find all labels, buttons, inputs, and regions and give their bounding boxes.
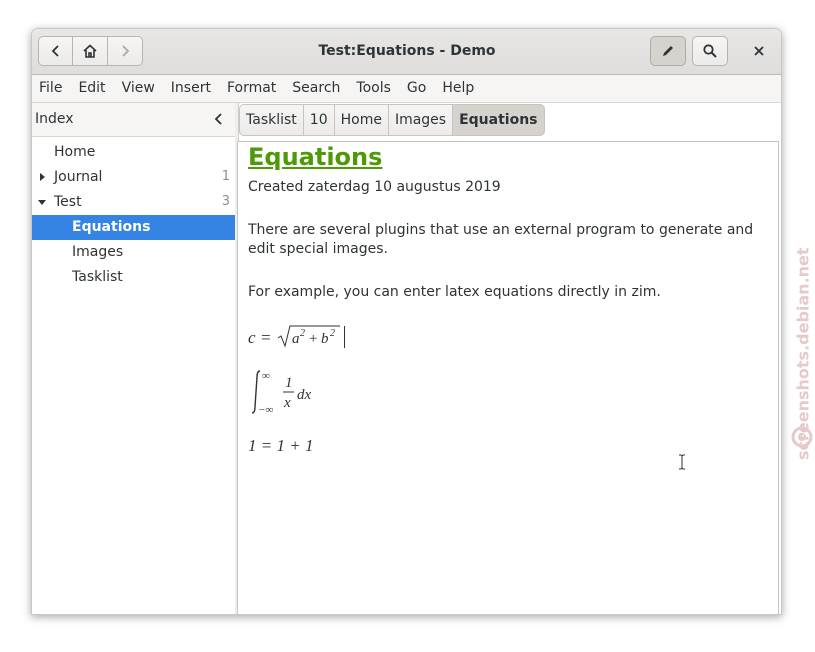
paragraph-intro: There are several plugins that use an ex… (248, 222, 754, 257)
chevron-left-icon (51, 45, 59, 57)
pencil-icon (663, 46, 673, 56)
menu-insert[interactable]: Insert (163, 75, 219, 102)
debian-swirl-icon (791, 426, 813, 448)
paragraph-example: For example, you can enter latex equatio… (248, 284, 661, 300)
back-button[interactable] (38, 36, 73, 66)
tree-item-journal[interactable]: Journal 1 (32, 165, 235, 190)
path-button-equations[interactable]: Equations (452, 104, 545, 136)
text-cursor (344, 326, 345, 348)
svg-text:x: x (283, 395, 291, 411)
equation-sqrt: c = a 2 + b 2 (248, 325, 340, 348)
tree-item-tasklist[interactable]: Tasklist (32, 265, 235, 290)
forward-button[interactable] (107, 36, 143, 66)
chevron-right-icon (122, 45, 130, 57)
menu-format[interactable]: Format (219, 75, 284, 102)
menu-search[interactable]: Search (284, 75, 348, 102)
menu-tools[interactable]: Tools (348, 75, 399, 102)
tree-item-test[interactable]: Test 3 (32, 190, 235, 215)
page-editor[interactable]: Equations Created zaterdag 10 augustus 2… (237, 141, 779, 614)
tree-item-equations[interactable]: Equations (32, 215, 235, 240)
svg-text:a: a (292, 331, 300, 347)
tree-item-label: Tasklist (72, 269, 123, 285)
search-button[interactable] (692, 36, 728, 66)
path-button-tasklist[interactable]: Tasklist (239, 104, 304, 136)
tree-item-label: Journal (54, 169, 103, 185)
ibeam-cursor-icon (679, 454, 685, 470)
pathbar: Tasklist 10 Home Images Equations (239, 104, 545, 136)
tree-item-label: Home (54, 144, 96, 160)
equation-image-2[interactable]: ∞ −∞ 1 x dx (248, 367, 328, 422)
tree-item-label: Equations (72, 219, 151, 235)
home-icon (83, 44, 97, 58)
svg-text:+: + (308, 331, 318, 347)
equation-image-3[interactable]: 1 = 1 + 1 (248, 434, 328, 463)
svg-text:∞: ∞ (262, 370, 270, 382)
header-bar: Test:Equations - Demo (32, 29, 781, 75)
svg-text:c: c (248, 328, 256, 347)
created-line: Created zaterdag 10 augustus 2019 (248, 179, 501, 195)
collapse-sidebar-icon[interactable] (211, 111, 227, 127)
menu-bar: File Edit View Insert Format Search Tool… (32, 75, 781, 103)
svg-text:2: 2 (330, 328, 335, 339)
menu-view[interactable]: View (114, 75, 163, 102)
equation-integral: ∞ −∞ 1 x dx (251, 370, 312, 416)
expander-collapsed-icon[interactable] (36, 171, 48, 183)
equation-image-1[interactable]: c = a 2 + b 2 (248, 322, 358, 357)
tree-item-count: 1 (221, 169, 230, 184)
expander-expanded-icon[interactable] (36, 196, 48, 208)
svg-text:1 = 1 + 1: 1 = 1 + 1 (248, 436, 313, 455)
sidebar-title: Index (35, 111, 74, 127)
index-sidebar: Index Home Journal 1 Test 3 Equations Im… (32, 103, 236, 614)
app-window: Test:Equations - Demo File Edit View Ins… (31, 28, 782, 615)
menu-edit[interactable]: Edit (70, 75, 113, 102)
edit-toggle-button[interactable] (650, 36, 686, 66)
close-button[interactable] (744, 36, 774, 66)
equation-sum: 1 = 1 + 1 (248, 436, 313, 455)
tree-item-count: 3 (221, 194, 230, 209)
svg-text:2: 2 (300, 328, 305, 339)
page-heading: Equations (248, 143, 383, 171)
window-title: Test:Equations - Demo (318, 43, 496, 59)
path-button-10[interactable]: 10 (302, 104, 335, 136)
svg-text:dx: dx (297, 387, 312, 403)
tree-item-images[interactable]: Images (32, 240, 235, 265)
svg-text:−∞: −∞ (258, 404, 273, 416)
menu-go[interactable]: Go (399, 75, 434, 102)
svg-text:=: = (260, 328, 271, 347)
svg-text:1: 1 (285, 375, 293, 391)
svg-text:b: b (321, 331, 329, 347)
sidebar-header: Index (32, 103, 235, 137)
close-icon (754, 46, 764, 56)
watermark-text: screenshots.debian.net (793, 247, 813, 460)
path-button-images[interactable]: Images (387, 104, 454, 136)
tree-item-label: Test (54, 194, 82, 210)
menu-help[interactable]: Help (434, 75, 482, 102)
tree-item-label: Images (72, 244, 124, 260)
menu-file[interactable]: File (32, 75, 70, 102)
home-button[interactable] (72, 36, 108, 66)
search-icon (703, 44, 717, 58)
path-button-home[interactable]: Home (333, 104, 389, 136)
tree-item-home[interactable]: Home (32, 140, 235, 165)
